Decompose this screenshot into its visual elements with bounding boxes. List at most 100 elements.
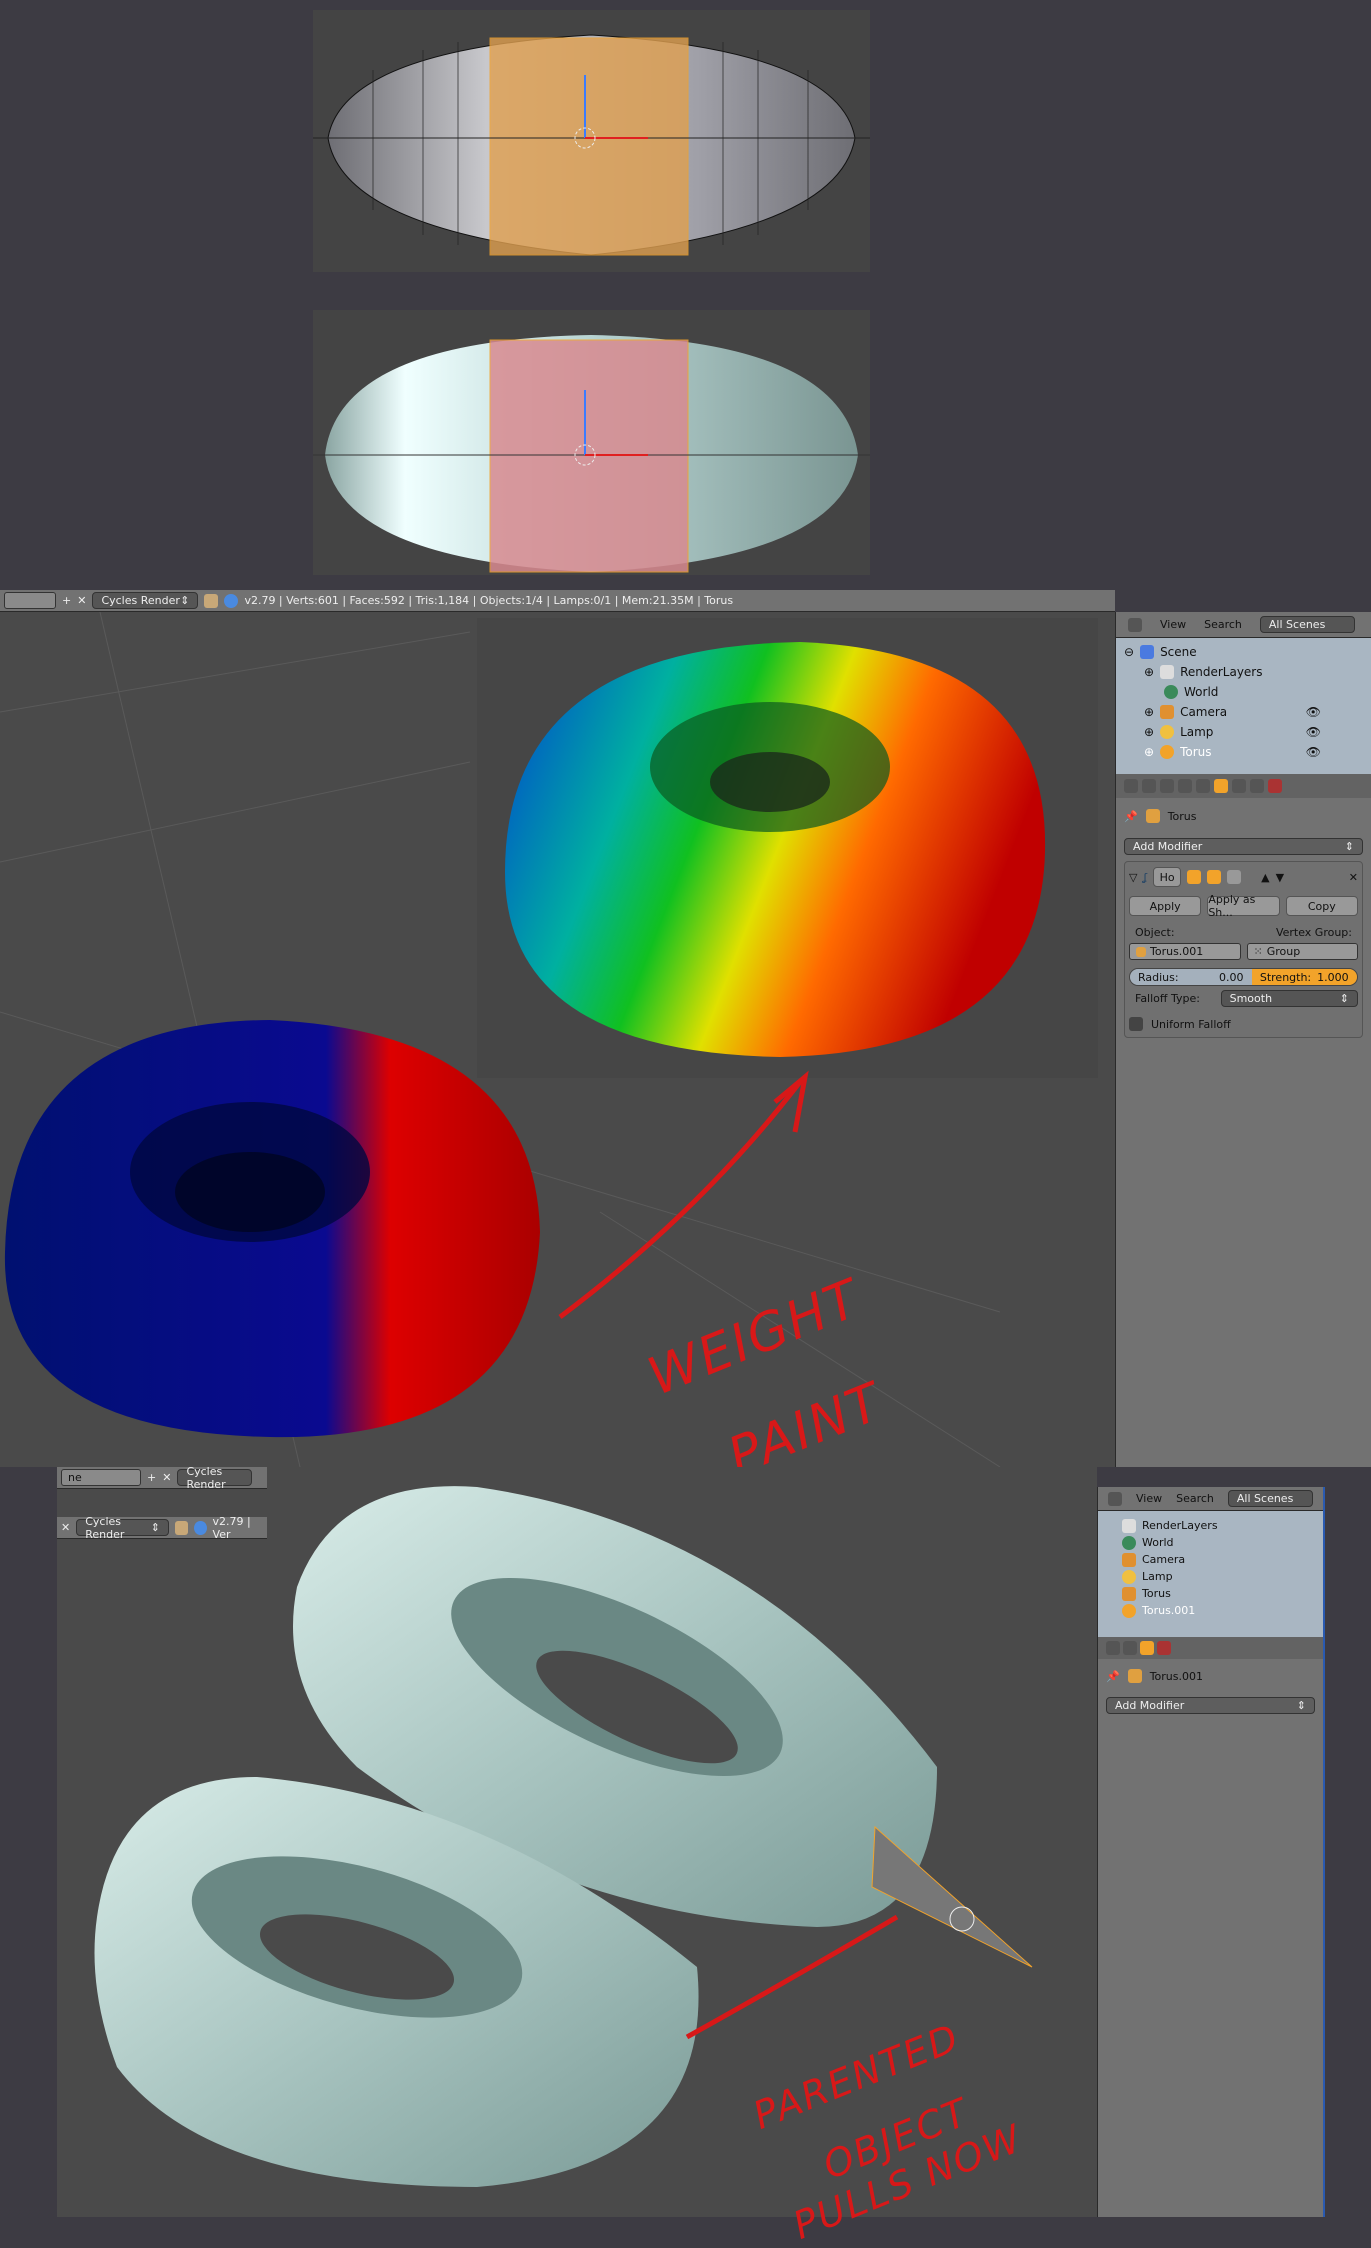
world-icon [1164, 685, 1178, 699]
outliner-editor-icon[interactable] [1108, 1491, 1122, 1506]
hook-modifier-panel: ▽ ʆ Ho ▲ ▼ ✕ Apply Apply as Sh... Copy O… [1124, 861, 1363, 1038]
outliner-item-world[interactable]: World [1124, 682, 1351, 702]
wrench-icon[interactable] [1214, 779, 1228, 793]
render-layers-icon [1122, 1518, 1136, 1533]
outliner-header: View Search All Scenes [1098, 1487, 1323, 1511]
render-tab-icon[interactable] [1124, 779, 1138, 793]
outliner-tree: RenderLayers World Camera Lamp Torus Tor… [1098, 1511, 1323, 1637]
viewport-weight-paint[interactable]: WEIGHT PAINT [0, 611, 1115, 1488]
bottom-right-panel: View Search All Scenes RenderLayers Worl… [1097, 1487, 1325, 2217]
outliner-item-world[interactable]: World [1122, 1534, 1315, 1551]
mesh-icon [1160, 745, 1175, 759]
world-tab-icon[interactable] [1160, 779, 1174, 793]
vertex-group-field[interactable]: ⁙ Group [1246, 943, 1358, 960]
object-cube-icon [1136, 946, 1146, 957]
render-engine-dropdown[interactable]: Cycles Render ⇕ [92, 592, 199, 609]
viewport-solid-mode[interactable] [313, 310, 870, 575]
apply-button[interactable]: Apply [1129, 896, 1202, 916]
outliner-tree: ⊖ Scene ⊕ RenderLayers World ⊕ Camera 👁 ⊕ Lam… [1116, 638, 1371, 774]
expand-icon[interactable]: ⊕ [1144, 745, 1154, 759]
modifier-properties: 📌 Torus Add Modifier ⇕ ▽ ʆ Ho ▲ ▼ ✕ Apply … [1116, 798, 1371, 1046]
visibility-eye-icon[interactable]: 👁 [1306, 725, 1321, 739]
mesh-icon [1122, 1603, 1136, 1618]
move-down-icon[interactable]: ▼ [1276, 871, 1284, 884]
collapse-icon[interactable]: ⊖ [1124, 645, 1134, 659]
expand-icon[interactable]: ⊕ [1144, 705, 1154, 719]
strength-field[interactable]: Strength: 1.000 [1251, 969, 1357, 985]
close-icon[interactable]: ✕ [1349, 871, 1358, 884]
viewport-edit-mode[interactable] [313, 10, 870, 272]
render-tab-icon[interactable] [1106, 1641, 1120, 1655]
hook-icon: ʆ [1143, 870, 1148, 884]
modifier-name-field[interactable]: Ho [1153, 867, 1182, 887]
expand-icon[interactable]: ⊕ [1144, 665, 1154, 679]
scene-icon [1140, 645, 1155, 659]
lamp-icon [1122, 1569, 1136, 1584]
pin-icon[interactable]: 📌 [1106, 1670, 1120, 1683]
lamp-icon [1160, 725, 1175, 739]
outliner-search-menu[interactable]: Search [1176, 1492, 1214, 1505]
add-modifier-dropdown[interactable]: Add Modifier ⇕ [1124, 838, 1363, 855]
object-cube-icon [1145, 809, 1160, 823]
outliner-scope-dropdown[interactable]: All Scenes [1259, 616, 1355, 633]
radius-field[interactable]: Radius: 0.00 [1130, 969, 1252, 985]
scene-stats: v2.79 | Verts:601 | Faces:592 | Tris:1,1… [244, 594, 734, 607]
empty-cone-object [871, 1825, 1033, 1968]
visibility-eye-icon[interactable]: 👁 [1306, 745, 1321, 759]
mesh-icon [1122, 1586, 1136, 1601]
outliner-item-renderlayers[interactable]: ⊕ RenderLayers [1124, 662, 1351, 682]
scene-tab-icon[interactable] [1142, 779, 1156, 793]
camera-icon [1160, 705, 1175, 719]
outliner-item-camera[interactable]: Camera [1122, 1551, 1315, 1568]
outliner-item-renderlayers[interactable]: RenderLayers [1122, 1517, 1315, 1534]
expand-icon[interactable]: ⊕ [1144, 725, 1154, 739]
outliner-item-torus[interactable]: ⊕ Torus 👁 [1124, 742, 1351, 762]
outliner-item-camera[interactable]: ⊕ Camera 👁 [1124, 702, 1351, 722]
right-panel: View Search All Scenes ⊖ Scene ⊕ RenderLay… [1115, 612, 1371, 1467]
viewport-toggle-icon[interactable] [1207, 870, 1222, 884]
pin-icon[interactable]: 📌 [1124, 810, 1138, 823]
visibility-eye-icon[interactable]: 👁 [1306, 705, 1321, 719]
object-cube-icon [1127, 1669, 1142, 1683]
constraints-tab-icon[interactable] [1196, 779, 1210, 793]
object-tab-icon[interactable] [1123, 1641, 1137, 1655]
annotation-arrow [558, 1080, 802, 1319]
outliner-item-lamp[interactable]: Lamp [1122, 1568, 1315, 1585]
falloff-type-dropdown[interactable]: Smooth ⇕ [1220, 990, 1358, 1007]
data-tab-icon[interactable] [1232, 779, 1246, 793]
outliner-item-scene[interactable]: ⊖ Scene [1124, 642, 1351, 662]
texture-tab-icon[interactable] [1157, 1641, 1171, 1655]
info-header: + ✕ Cycles Render ⇕ v2.79 | Verts:601 | F… [0, 590, 1115, 612]
outliner-item-lamp[interactable]: ⊕ Lamp 👁 [1124, 722, 1351, 742]
texture-tab-icon[interactable] [1268, 779, 1282, 793]
scene-field[interactable] [4, 592, 56, 609]
move-up-icon[interactable]: ▲ [1261, 871, 1269, 884]
add-scene-icon[interactable]: + [62, 594, 71, 607]
material-tab-icon[interactable] [1250, 779, 1264, 793]
copy-button[interactable]: Copy [1285, 896, 1358, 916]
add-modifier-dropdown[interactable]: Add Modifier ⇕ [1106, 1697, 1315, 1714]
remove-scene-icon[interactable]: ✕ [77, 594, 86, 607]
wrench-icon[interactable] [1140, 1641, 1154, 1655]
outliner-view-menu[interactable]: View [1136, 1492, 1162, 1505]
annotation-arrow [685, 1914, 899, 2040]
properties-tabs [1098, 1637, 1323, 1659]
object-tab-icon[interactable] [1178, 779, 1192, 793]
collapse-triangle-icon[interactable]: ▽ [1129, 871, 1137, 884]
outliner-item-torus-001[interactable]: Torus.001 [1122, 1602, 1315, 1619]
outliner-header: View Search All Scenes [1116, 612, 1371, 638]
vertex-group-icon: ⁙ [1253, 945, 1263, 958]
apply-as-shape-button[interactable]: Apply as Sh... [1207, 893, 1280, 919]
outliner-search-menu[interactable]: Search [1204, 618, 1242, 631]
render-toggle-icon[interactable] [1187, 870, 1202, 884]
object-field[interactable]: Torus.001 [1129, 943, 1241, 960]
editmode-toggle-icon[interactable] [1227, 870, 1242, 884]
outliner-view-menu[interactable]: View [1160, 618, 1186, 631]
outliner-scope-dropdown[interactable]: All Scenes [1227, 1490, 1313, 1507]
outliner-item-torus[interactable]: Torus [1122, 1585, 1315, 1602]
outliner-editor-icon[interactable] [1128, 617, 1142, 632]
updown-icon: ⇕ [180, 594, 190, 607]
viewport-parented[interactable]: ne + ✕ Cycles Render ✕ Cycles Render ⇕ v2.… [57, 1465, 1097, 2248]
blender-render-icon [204, 593, 219, 608]
uniform-falloff-checkbox[interactable] [1129, 1017, 1143, 1031]
